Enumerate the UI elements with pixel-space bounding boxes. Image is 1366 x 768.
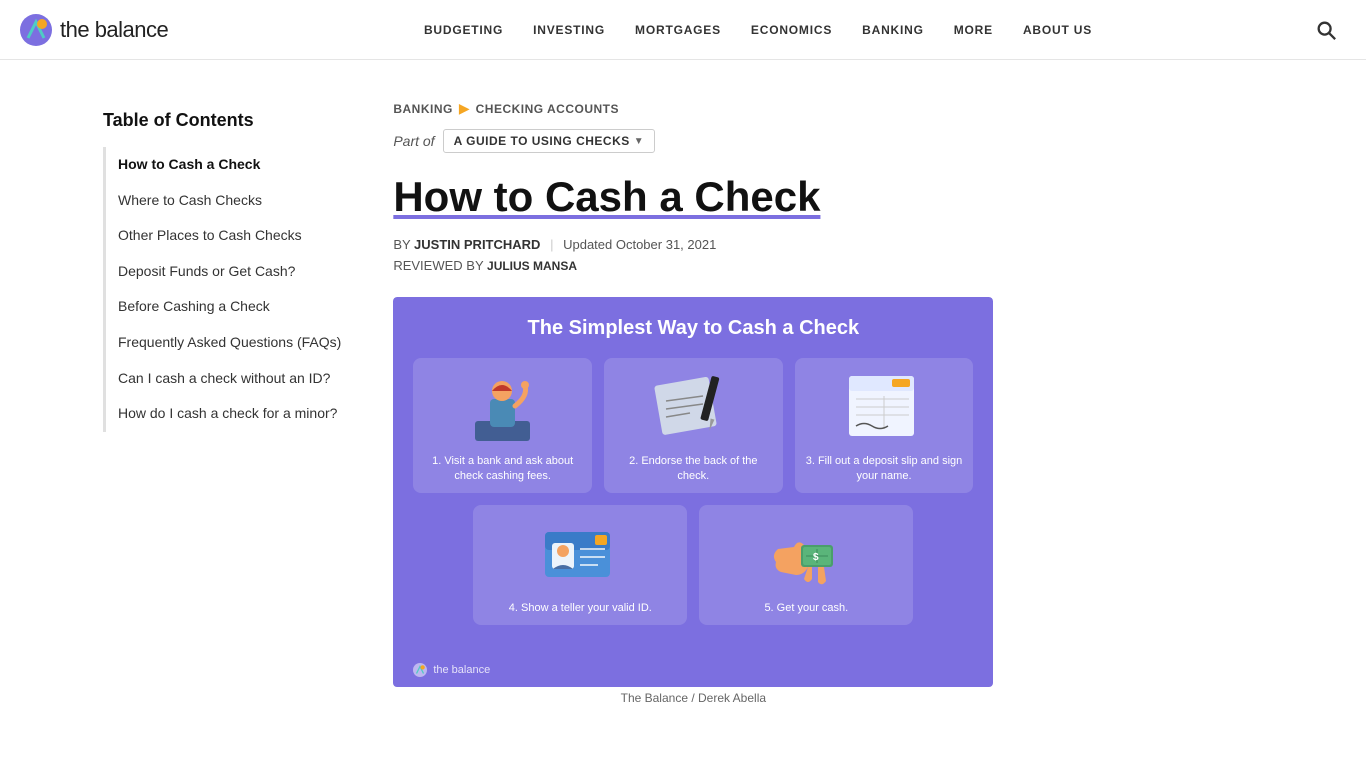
nav-budgeting[interactable]: BUDGETING: [410, 15, 517, 45]
nav-more[interactable]: MORE: [940, 15, 1007, 45]
sidebar: Table of Contents How to Cash a Check Wh…: [103, 100, 353, 713]
hero-step-1-icon: [423, 368, 582, 448]
reviewed-by-label: REVIEWED BY: [393, 258, 483, 273]
toc-link-3[interactable]: Deposit Funds or Get Cash?: [103, 254, 353, 290]
toc-title: Table of Contents: [103, 110, 353, 131]
hero-step-4-icon: [483, 515, 677, 595]
hero-step-1: 1. Visit a bank and ask about check cash…: [413, 358, 592, 493]
toc-link-1[interactable]: Where to Cash Checks: [103, 183, 353, 219]
hero-step-3-text: 3. Fill out a deposit slip and sign your…: [805, 454, 964, 483]
hero-step-2: 2. Endorse the back of the check.: [604, 358, 783, 493]
main-content: BANKING ▶ CHECKING ACCOUNTS Part of A GU…: [393, 100, 1263, 713]
toc-item-0: How to Cash a Check: [106, 147, 353, 183]
hero-step-3-icon: [805, 368, 964, 448]
bank-person-icon: [470, 371, 535, 446]
toc-link-0[interactable]: How to Cash a Check: [103, 147, 353, 183]
author-link[interactable]: JUSTIN PRITCHARD: [414, 237, 540, 252]
series-badge-label: A GUIDE TO USING CHECKS: [454, 134, 630, 148]
search-icon: [1315, 19, 1337, 41]
breadcrumb: BANKING ▶ CHECKING ACCOUNTS: [393, 100, 1263, 117]
logo-icon: [20, 14, 52, 46]
toc-item-5: Frequently Asked Questions (FAQs): [106, 325, 353, 361]
toc-item-1: Where to Cash Checks: [106, 183, 353, 219]
hero-step-4-text: 4. Show a teller your valid ID.: [483, 601, 677, 615]
hero-step-5-text: 5. Get your cash.: [709, 601, 903, 615]
hero-steps-row2: 4. Show a teller your valid ID.: [413, 505, 973, 625]
nav-mortgages[interactable]: MORTGAGES: [621, 15, 735, 45]
series-chevron-icon: ▼: [634, 136, 644, 147]
nav-economics[interactable]: ECONOMICS: [737, 15, 846, 45]
hero-step-1-text: 1. Visit a bank and ask about check cash…: [423, 454, 582, 483]
nav-banking[interactable]: BANKING: [848, 15, 938, 45]
breadcrumb-current: CHECKING ACCOUNTS: [476, 102, 619, 116]
breadcrumb-arrow: ▶: [459, 100, 470, 117]
content-area: Table of Contents How to Cash a Check Wh…: [103, 100, 1263, 713]
reviewer-link[interactable]: JULIUS MANSA: [487, 259, 577, 273]
updated-date: Updated October 31, 2021: [563, 237, 716, 252]
hero-steps-row1: 1. Visit a bank and ask about check cash…: [413, 358, 973, 493]
search-button[interactable]: [1306, 10, 1346, 50]
hero-step-2-text: 2. Endorse the back of the check.: [614, 454, 773, 483]
logo-text: the balance: [60, 17, 168, 43]
deposit-slip-icon: [844, 371, 924, 446]
main-nav: BUDGETING INVESTING MORTGAGES ECONOMICS …: [220, 15, 1296, 45]
breadcrumb-parent[interactable]: BANKING: [393, 102, 453, 116]
hero-logo-bar: the balance: [413, 663, 490, 677]
toc-link-6[interactable]: Can I cash a check without an ID?: [103, 361, 353, 397]
svg-text:$: $: [813, 552, 819, 563]
hero-image: The Simplest Way to Cash a Check: [393, 297, 993, 687]
check-pen-icon: [648, 371, 738, 446]
nav-about-us[interactable]: ABOUT US: [1009, 15, 1106, 45]
author-separator: |: [550, 237, 553, 252]
reviewed-line: REVIEWED BY JULIUS MANSA: [393, 258, 1263, 273]
part-of-series: Part of A GUIDE TO USING CHECKS ▼: [393, 129, 1263, 153]
nav-investing[interactable]: INVESTING: [519, 15, 619, 45]
toc-link-4[interactable]: Before Cashing a Check: [103, 289, 353, 325]
toc-list: How to Cash a Check Where to Cash Checks…: [103, 147, 353, 432]
toc-link-2[interactable]: Other Places to Cash Checks: [103, 218, 353, 254]
image-caption: The Balance / Derek Abella: [393, 691, 993, 705]
hero-step-5-icon: $: [709, 515, 903, 595]
toc-item-7: How do I cash a check for a minor?: [106, 396, 353, 432]
hero-image-title: The Simplest Way to Cash a Check: [413, 317, 973, 340]
site-header: the balance BUDGETING INVESTING MORTGAGE…: [0, 0, 1366, 60]
toc-link-7[interactable]: How do I cash a check for a minor?: [103, 396, 353, 432]
hero-step-5: $ 5. Get your cash.: [699, 505, 913, 625]
toc-item-6: Can I cash a check without an ID?: [106, 361, 353, 397]
page-wrapper: Table of Contents How to Cash a Check Wh…: [83, 60, 1283, 753]
site-logo[interactable]: the balance: [20, 14, 220, 46]
hero-step-4: 4. Show a teller your valid ID.: [473, 505, 687, 625]
id-card-icon: [540, 517, 620, 592]
hero-step-3: 3. Fill out a deposit slip and sign your…: [795, 358, 974, 493]
article-title: How to Cash a Check: [393, 173, 1263, 221]
part-of-label: Part of: [393, 133, 434, 149]
hero-logo-text: the balance: [433, 664, 490, 676]
toc-link-5[interactable]: Frequently Asked Questions (FAQs): [103, 325, 353, 361]
author-line: BY JUSTIN PRITCHARD | Updated October 31…: [393, 237, 1263, 252]
toc-item-4: Before Cashing a Check: [106, 289, 353, 325]
cash-hands-icon: $: [766, 517, 846, 592]
hero-image-container: The Simplest Way to Cash a Check: [393, 297, 993, 705]
series-badge[interactable]: A GUIDE TO USING CHECKS ▼: [443, 129, 656, 153]
hero-step-2-icon: [614, 368, 773, 448]
toc-item-3: Deposit Funds or Get Cash?: [106, 254, 353, 290]
toc-item-2: Other Places to Cash Checks: [106, 218, 353, 254]
hero-logo-icon: [413, 663, 427, 677]
